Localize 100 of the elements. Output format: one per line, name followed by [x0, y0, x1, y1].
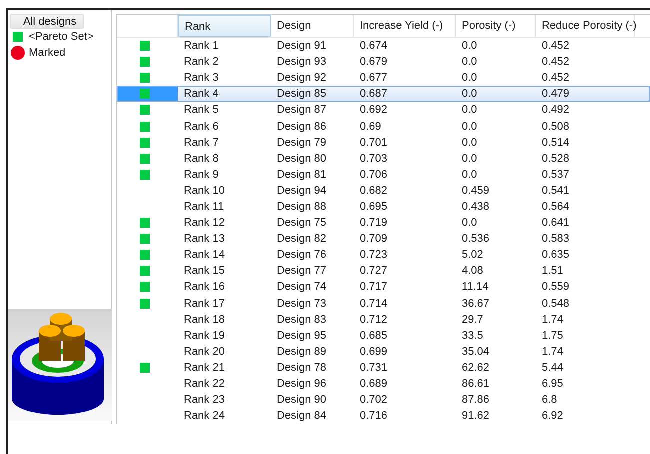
table-cell-text: 0.731 [359, 360, 389, 375]
table-cell-text: 0.69 [359, 120, 382, 134]
table-cell-text: Rank 13 [183, 232, 226, 246]
table-cell-text: 0.0 [461, 152, 478, 166]
table-cell-text: 5.02 [461, 248, 484, 262]
table-cell-text: Rank 1 [183, 39, 220, 54]
column-header[interactable]: Porosity (-) [456, 15, 536, 37]
table-cell-text: Design 83 [276, 312, 328, 327]
table-row[interactable]: Rank 23 Design 90 0.702 87.86 6.8 [117, 392, 650, 408]
table-cell-text: 0.701 [359, 136, 389, 150]
table-cell-text: 0.699 [359, 344, 389, 359]
table-cell-text: Rank 2 [183, 55, 220, 70]
table-cell-text: 0.685 [359, 328, 389, 343]
column-header[interactable]: Reduce Porosity (-) [536, 15, 635, 37]
table-row[interactable]: Rank 16 Design 74 0.717 11.14 0.559 [117, 279, 650, 296]
column-header[interactable]: Increase Yield (-) [354, 15, 456, 37]
table-cell-text: Design 81 [276, 168, 328, 182]
table-cell-text: Design 94 [276, 184, 328, 198]
table-cell-text: Design 79 [276, 136, 328, 150]
table-row[interactable]: Rank 3 Design 92 0.677 0.0 0.452 [117, 70, 650, 86]
table-cell-text: 0.541 [541, 184, 571, 198]
table-cell-text: 0.695 [359, 200, 389, 214]
table-cell-text: 0.717 [359, 280, 389, 294]
all-designs-button[interactable]: All designs [10, 14, 84, 29]
table-cell-text: 0.514 [541, 136, 571, 150]
table-row[interactable]: Rank 14 Design 76 0.723 5.02 0.635 [117, 247, 650, 264]
table-row[interactable]: Rank 6 Design 86 0.69 0.0 0.508 [117, 118, 650, 135]
table-row[interactable]: Rank 4 Design 85 0.687 0.0 0.479 [117, 86, 650, 102]
table-row[interactable]: Rank 21 Design 78 0.731 62.62 5.44 [117, 360, 650, 376]
table-row[interactable]: Rank 22 Design 96 0.689 86.61 6.95 [117, 376, 650, 392]
table-cell-text: 62.62 [461, 360, 491, 375]
table-row[interactable]: Rank 7 Design 79 0.701 0.0 0.514 [117, 134, 650, 151]
table-cell-text: 0.709 [359, 232, 389, 246]
table-cell-text: 6.8 [541, 393, 558, 408]
table-cell-text: Rank 23 [183, 393, 226, 408]
table-row[interactable]: Rank 1 Design 91 0.674 0.0 0.452 [117, 38, 650, 54]
column-header[interactable]: Rank [178, 15, 271, 37]
table-cell-text: 1.51 [541, 264, 564, 278]
table-cell-text: 0.508 [541, 120, 571, 134]
table-cell-text: 1.74 [541, 312, 564, 327]
table-cell-text: 0.0 [461, 216, 478, 230]
table-cell-text: Design 84 [276, 409, 328, 424]
table-row[interactable]: Rank 9 Design 81 0.706 0.0 0.537 [117, 166, 650, 183]
table-cell-text: 1.75 [541, 328, 564, 343]
table-row[interactable]: Rank 20 Design 89 0.699 35.04 1.74 [117, 344, 650, 360]
table-cell-text: Rank 18 [183, 312, 226, 327]
table-row[interactable]: Rank 12 Design 75 0.719 0.0 0.641 [117, 215, 650, 232]
table-cell-text: 36.67 [461, 296, 491, 311]
table-cell-text: Rank 17 [183, 296, 226, 311]
table-row[interactable]: Rank 18 Design 83 0.712 29.7 1.74 [117, 312, 650, 328]
table-cell-text: Design 82 [276, 232, 328, 246]
legend-label: <Pareto Set> [29, 31, 94, 43]
table-cell-text: 0.712 [359, 312, 389, 327]
table-row[interactable]: Rank 10 Design 94 0.682 0.459 0.541 [117, 182, 650, 199]
table-cell-text: Design 77 [276, 264, 328, 278]
table-cell-text: 0.548 [541, 296, 571, 311]
table-cell-text: Rank 4 [183, 87, 220, 102]
table-row[interactable]: Rank 17 Design 73 0.714 36.67 0.548 [117, 296, 650, 312]
table-cell-text: 86.61 [461, 377, 491, 392]
table-cell-text: 0.714 [359, 296, 389, 311]
table-row[interactable]: Rank 15 Design 77 0.727 4.08 1.51 [117, 263, 650, 280]
table-cell-text: 0.459 [461, 184, 491, 198]
table-cell-text: Design 73 [276, 296, 328, 311]
table-cell-text: 0.583 [541, 232, 571, 246]
table-cell-text: Design 92 [276, 71, 328, 86]
table-row[interactable]: Rank 13 Design 82 0.709 0.536 0.583 [117, 231, 650, 248]
table-cell-text: 0.723 [359, 248, 389, 262]
column-header[interactable]: Design [271, 15, 354, 37]
table-cell-text: Design 80 [276, 152, 328, 166]
table-row[interactable]: Rank 19 Design 95 0.685 33.5 1.75 [117, 328, 650, 344]
table-cell-text: 0.536 [461, 232, 491, 246]
table-cell-text: Design 86 [276, 120, 328, 134]
table-row[interactable]: Rank 8 Design 80 0.703 0.0 0.528 [117, 150, 650, 167]
table-cell-text: 0.452 [541, 71, 571, 86]
table-cell-text: Design 88 [276, 200, 328, 214]
table-cell-text: Rank 6 [183, 120, 220, 134]
table-cell-text: Design 74 [276, 280, 328, 294]
table-cell-text: 0.0 [461, 71, 478, 86]
table-cell-text: 6.92 [541, 409, 564, 424]
table-cell-text: 35.04 [461, 344, 491, 359]
table-cell-text: Rank 3 [183, 71, 220, 86]
table-row[interactable]: Rank 5 Design 87 0.692 0.0 0.492 [117, 102, 650, 118]
table-cell-text: 0.703 [359, 152, 389, 166]
table-cell-text: 4.08 [461, 264, 484, 278]
table-row[interactable]: Rank 2 Design 93 0.679 0.0 0.452 [117, 54, 650, 70]
table-cell-text: 5.44 [541, 360, 564, 375]
table-cell-text: 0.682 [359, 184, 389, 198]
table-cell-text: 91.62 [461, 409, 491, 424]
table-cell-text: 0.0 [461, 103, 478, 118]
table-cell-text: Rank 5 [183, 103, 220, 118]
table-cell-text: Rank 9 [183, 168, 220, 182]
table-cell-text: 0.674 [359, 39, 389, 54]
table-cell-text: 0.452 [541, 55, 571, 70]
table-cell-text: Rank 14 [183, 248, 226, 262]
table-cell-text: Rank 22 [183, 377, 226, 392]
table-row[interactable]: Rank 11 Design 88 0.695 0.438 0.564 [117, 198, 650, 216]
table-row[interactable]: Rank 24 Design 84 0.716 91.62 6.92 [117, 408, 650, 424]
table-cell-text: Design 91 [276, 39, 328, 54]
table-cell-text: Design 76 [276, 248, 328, 262]
table-cell-text: 0.689 [359, 377, 389, 392]
